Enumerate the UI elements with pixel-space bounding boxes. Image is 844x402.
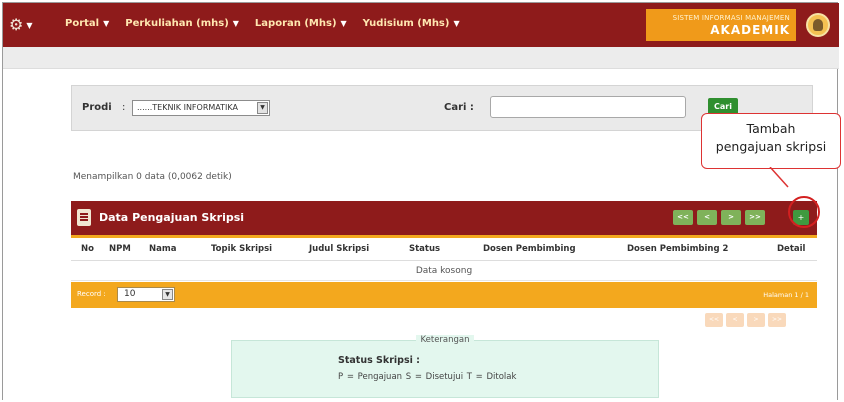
menu-yudisium[interactable]: Yudisium (Mhs) ▼: [363, 18, 460, 29]
prev-page-button[interactable]: <: [697, 210, 717, 225]
search-input[interactable]: [490, 96, 686, 118]
col-dosen-1: Dosen Pembimbing: [483, 244, 576, 254]
prodi-label: Prodi: [82, 102, 112, 113]
annotation-callout: Tambah pengajuan skripsi: [701, 113, 841, 169]
legend-status-label: Status Skripsi :: [338, 355, 420, 366]
prev-page-button[interactable]: <: [726, 313, 744, 327]
cari-label: Cari :: [444, 102, 474, 113]
next-page-button[interactable]: >: [721, 210, 741, 225]
menu-label: Portal: [65, 18, 100, 29]
user-icon: [813, 19, 823, 31]
callout-line-1: Tambah: [746, 121, 796, 136]
result-info: Menampilkan 0 data (0,0062 detik): [73, 172, 232, 182]
legend-box: Keterangan Status Skripsi : P = Pengajua…: [231, 335, 659, 398]
panel-title: Data Pengajuan Skripsi: [99, 211, 245, 224]
table-header: No NPM Nama Topik Skripsi Judul Skripsi …: [71, 235, 817, 261]
first-page-button[interactable]: <<: [673, 210, 693, 225]
legend-status-codes: P = Pengajuan S = Disetujui T = Ditolak: [338, 372, 517, 382]
prodi-selected-value: ......TEKNIK INFORMATIKA: [137, 103, 238, 112]
document-list-icon: [77, 209, 91, 226]
dropdown-arrow-icon: ▼: [257, 102, 268, 114]
first-page-button[interactable]: <<: [705, 313, 723, 327]
prodi-select[interactable]: ......TEKNIK INFORMATIKA ▼: [132, 100, 270, 116]
record-label: Record :: [77, 290, 106, 298]
record-select[interactable]: 10 ▼: [117, 287, 175, 302]
table-footer: Record : 10 ▼ Halaman 1 / 1: [71, 282, 817, 308]
next-page-button[interactable]: >: [747, 313, 765, 327]
bottom-pager: << < > >>: [705, 313, 786, 327]
record-value: 10: [124, 289, 136, 299]
chevron-down-icon: ▼: [26, 20, 33, 30]
chevron-down-icon: ▼: [453, 19, 460, 28]
top-pager: << < > >>: [673, 210, 765, 225]
menu-label: Perkuliahan (mhs): [125, 18, 229, 29]
avatar[interactable]: [806, 13, 830, 37]
col-nama: Nama: [149, 244, 177, 254]
col-detail: Detail: [777, 244, 806, 254]
chevron-down-icon: ▼: [340, 19, 347, 28]
chevron-down-icon: ▼: [103, 19, 110, 28]
menu-label: Yudisium (Mhs): [362, 18, 450, 29]
settings-menu[interactable]: ⚙ ▼: [9, 17, 33, 33]
sub-header-strip: [3, 47, 839, 69]
callout-pointer: [769, 167, 789, 188]
data-panel-header: Data Pengajuan Skripsi << < > >> +: [71, 201, 817, 235]
menu-laporan[interactable]: Laporan (Mhs) ▼: [255, 18, 347, 29]
brand-subtitle: SISTEM INFORMASI MANAJEMEN: [672, 14, 790, 22]
dropdown-arrow-icon: ▼: [162, 289, 173, 300]
legend-caption: Keterangan: [416, 335, 474, 345]
highlight-circle: [788, 196, 820, 228]
menu-portal[interactable]: Portal ▼: [65, 18, 109, 29]
col-topik: Topik Skripsi: [211, 244, 273, 254]
app-brand: SISTEM INFORMASI MANAJEMEN AKADEMIK: [646, 9, 796, 41]
app-window: ⚙ ▼ Portal ▼ Perkuliahan (mhs) ▼ Laporan…: [2, 2, 841, 400]
col-judul: Judul Skripsi: [309, 244, 370, 254]
last-page-button[interactable]: >>: [768, 313, 786, 327]
col-no: No: [81, 244, 94, 254]
main-menu: Portal ▼ Perkuliahan (mhs) ▼ Laporan (Mh…: [65, 18, 460, 29]
brand-title: AKADEMIK: [710, 23, 790, 37]
top-nav-bar: ⚙ ▼ Portal ▼ Perkuliahan (mhs) ▼ Laporan…: [3, 3, 839, 47]
chevron-down-icon: ▼: [232, 19, 239, 28]
last-page-button[interactable]: >>: [745, 210, 765, 225]
menu-perkuliahan[interactable]: Perkuliahan (mhs) ▼: [125, 18, 239, 29]
empty-table-message: Data kosong: [71, 261, 817, 281]
prodi-separator: :: [122, 102, 126, 113]
menu-label: Laporan (Mhs): [254, 18, 337, 29]
col-status: Status: [409, 244, 441, 254]
col-npm: NPM: [109, 244, 131, 254]
page-info: Halaman 1 / 1: [763, 291, 809, 299]
callout-line-2: pengajuan skripsi: [715, 139, 827, 154]
gear-icon: ⚙: [9, 15, 24, 34]
legend-caption-wrap: Keterangan: [232, 335, 658, 345]
col-dosen-2: Dosen Pembimbing 2: [627, 244, 729, 254]
